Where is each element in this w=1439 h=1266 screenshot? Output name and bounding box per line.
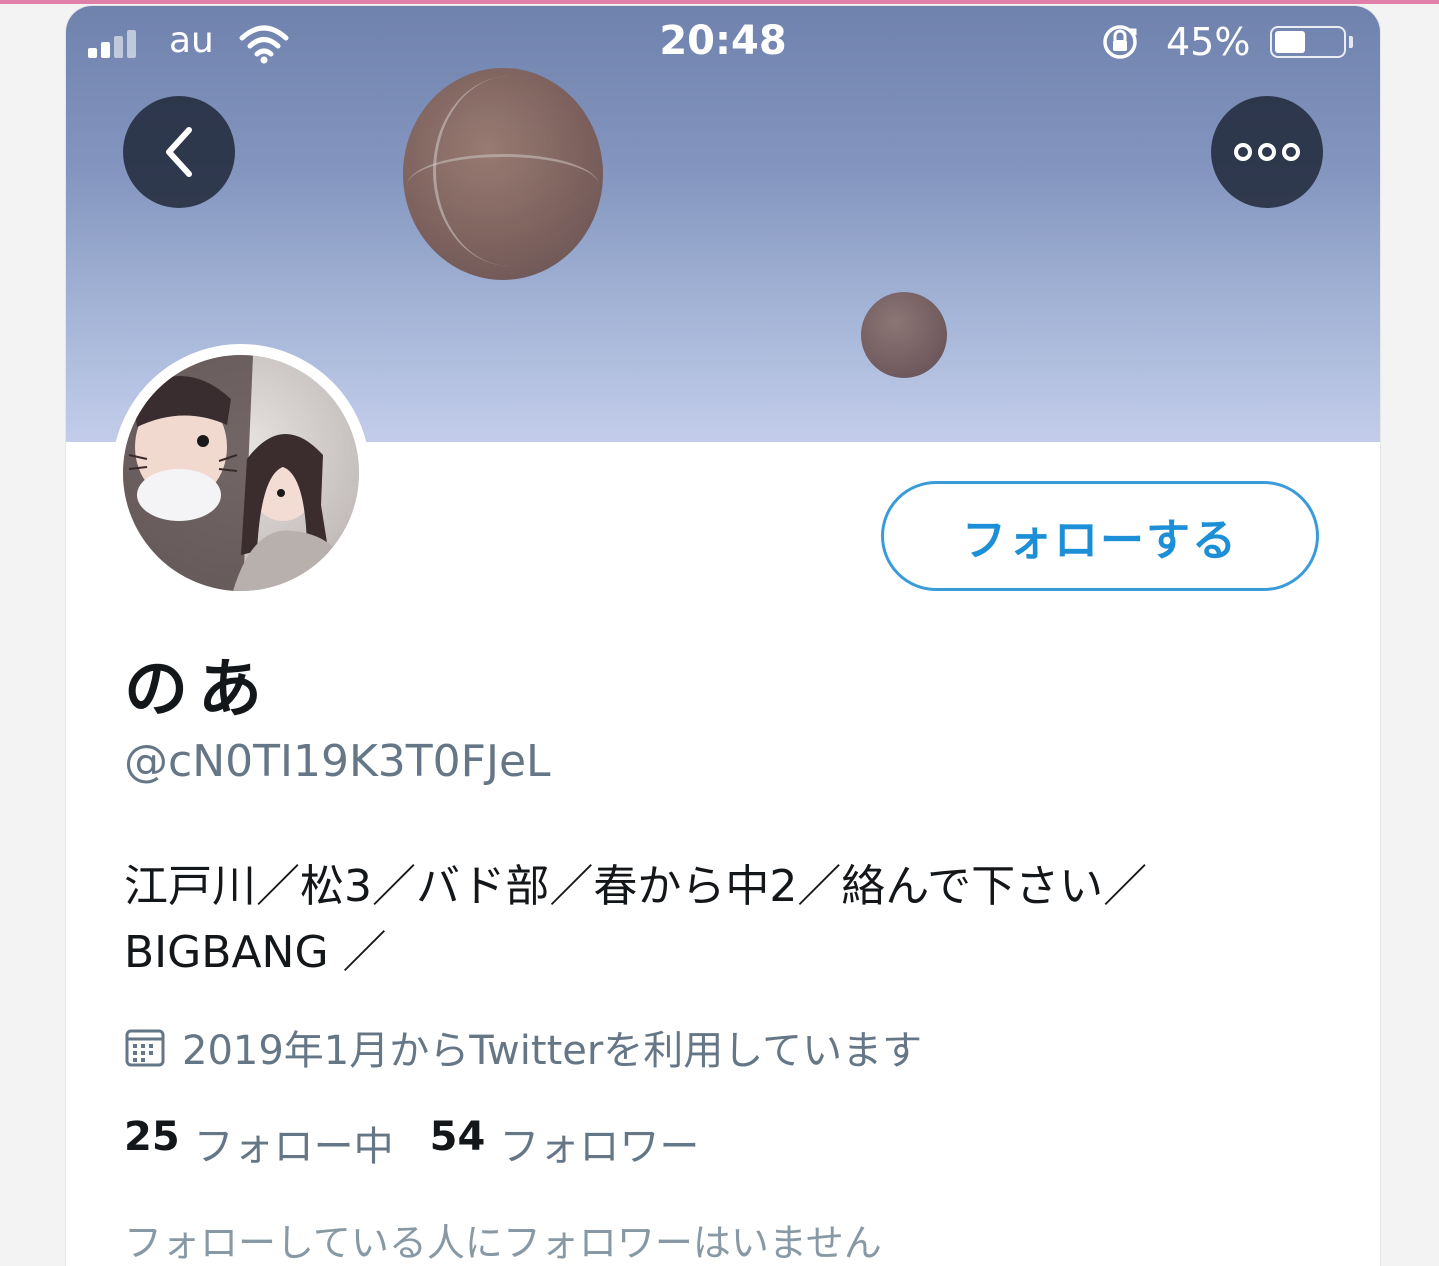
avatar[interactable] bbox=[123, 355, 359, 591]
following-link[interactable]: 25 フォロー中 bbox=[124, 1114, 394, 1172]
followers-count: 54 bbox=[429, 1114, 486, 1160]
bio-line-1: 江戸川／松3／バド部／春から中2／絡んで下さい／ bbox=[124, 861, 1148, 912]
follow-button[interactable]: フォローする bbox=[881, 481, 1319, 591]
avatar-photo bbox=[123, 355, 359, 591]
battery-tip bbox=[1349, 36, 1353, 48]
top-accent-bar bbox=[0, 0, 1439, 4]
following-label: フォロー中 bbox=[193, 1124, 394, 1170]
profile-bio: 江戸川／松3／バド部／春から中2／絡んで下さい／ BIGBANG ／ bbox=[124, 854, 1274, 986]
user-handle: @cN0TI19K3T0FJeL bbox=[124, 736, 551, 787]
more-options-button[interactable] bbox=[1211, 96, 1323, 208]
followers-link[interactable]: 54 フォロワー bbox=[430, 1114, 700, 1172]
display-name: のあ bbox=[124, 653, 272, 727]
calendar-icon bbox=[125, 1029, 165, 1067]
orientation-lock-icon bbox=[1103, 25, 1137, 59]
back-button[interactable] bbox=[123, 96, 235, 208]
profile-screen: au 20:48 45% フォローする のあ @cN0TI19K3T0FJeL … bbox=[66, 6, 1380, 1266]
followers-label: フォロワー bbox=[499, 1124, 700, 1170]
followers-you-know-note: フォローしている人にフォロワーはいません bbox=[124, 1221, 882, 1265]
battery-icon bbox=[1270, 26, 1346, 58]
battery-level bbox=[1275, 31, 1305, 53]
chevron-left-icon bbox=[166, 127, 192, 177]
follow-counts: 25 フォロー中 54 フォロワー bbox=[124, 1114, 735, 1172]
battery-percent: 45% bbox=[1166, 20, 1251, 64]
banner-ball-large bbox=[403, 68, 603, 280]
joined-text: 2019年1月からTwitterを利用しています bbox=[182, 1028, 923, 1074]
banner-ball-small bbox=[861, 292, 947, 378]
joined-date: 2019年1月からTwitterを利用しています bbox=[124, 1018, 922, 1076]
following-count: 25 bbox=[124, 1114, 180, 1160]
more-horizontal-icon bbox=[1234, 143, 1300, 161]
bio-line-2: BIGBANG ／ bbox=[124, 927, 387, 978]
status-bar: au 20:48 45% bbox=[66, 6, 1380, 82]
